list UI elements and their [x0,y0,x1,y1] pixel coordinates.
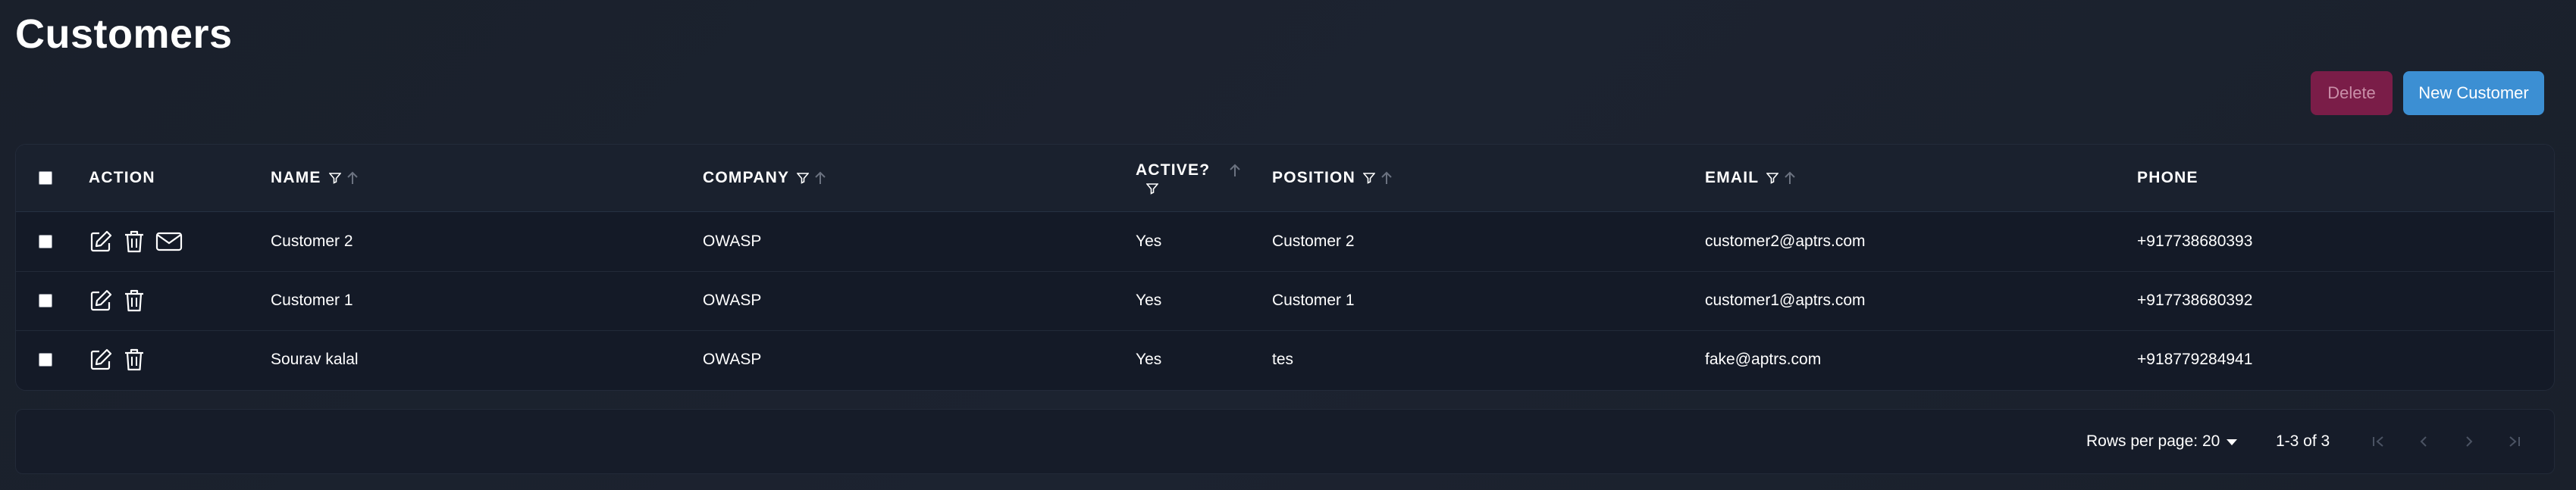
edit-icon[interactable] [89,289,113,313]
select-all-cell [39,145,52,211]
filter-icon[interactable] [1362,172,1375,184]
trash-icon[interactable] [124,229,145,254]
row-select-cell [39,212,52,271]
sort-arrow-up-icon[interactable] [1783,170,1797,186]
caret-down-icon [2226,432,2238,451]
row-checkbox[interactable] [39,235,52,248]
cell-active: Yes [1136,351,1162,368]
column-header-position[interactable]: POSITION [1272,145,1393,211]
cell-phone: +918779284941 [2137,351,2253,368]
select-all-checkbox[interactable] [39,171,52,185]
pagination-range: 1-3 of 3 [2276,432,2330,450]
cell-position: tes [1272,351,1294,368]
cell-email: customer1@aptrs.com [1705,292,1866,309]
trash-icon[interactable] [124,348,145,372]
filter-icon[interactable] [797,172,810,184]
prev-page-icon[interactable] [2415,410,2433,473]
last-page-icon[interactable] [2505,410,2524,473]
row-select-cell [39,330,52,389]
cell-position: Customer 1 [1272,292,1355,309]
cell-email: customer2@aptrs.com [1705,233,1866,250]
column-header-phone: PHONE [2137,145,2198,211]
customers-table: ACTION NAME COMPANY ACTIVE? POSITION EMA… [15,144,2555,391]
row-actions [89,330,145,389]
cell-company: OWASP [703,292,762,309]
mail-icon[interactable] [155,231,183,252]
rows-per-page-select[interactable]: 20 [2202,410,2238,473]
row-actions [89,212,183,271]
trash-icon[interactable] [124,289,145,313]
cell-phone: +917738680393 [2137,233,2253,250]
sort-arrow-up-icon[interactable] [813,170,827,186]
cell-active: Yes [1136,233,1162,250]
cell-name: Sourav kalal [271,351,359,368]
rows-per-page-value: 20 [2202,432,2220,450]
cell-name: Customer 1 [271,292,353,309]
edit-icon[interactable] [89,229,113,254]
table-header: ACTION NAME COMPANY ACTIVE? POSITION EMA… [16,145,2554,212]
cell-position: Customer 2 [1272,233,1355,250]
cell-name: Customer 2 [271,233,353,250]
filter-icon[interactable] [1146,183,1158,195]
column-header-email[interactable]: EMAIL [1705,145,1797,211]
cell-email: fake@aptrs.com [1705,351,1822,368]
new-customer-button[interactable]: New Customer [2403,71,2544,115]
row-actions [89,271,145,330]
sort-arrow-up-icon[interactable] [1380,170,1393,186]
next-page-icon[interactable] [2460,410,2478,473]
sort-arrow-up-icon[interactable] [1228,163,1242,178]
cell-phone: +917738680392 [2137,292,2253,309]
filter-icon[interactable] [328,172,341,184]
sort-arrow-up-icon[interactable] [346,170,359,186]
cell-company: OWASP [703,351,762,368]
table-row: Customer 1 OWASP Yes Customer 1 customer… [16,271,2554,331]
column-header-active[interactable]: ACTIVE? [1136,145,1242,211]
column-header-action: ACTION [89,145,155,211]
filter-icon[interactable] [1766,172,1779,184]
column-header-phone-label: PHONE [2137,169,2198,186]
first-page-icon[interactable] [2369,410,2387,473]
column-header-email-label: EMAIL [1705,169,1760,186]
delete-button[interactable]: Delete [2311,71,2393,115]
table-row: Customer 2 OWASP Yes Customer 2 customer… [16,212,2554,272]
table-row: Sourav kalal OWASP Yes tes fake@aptrs.co… [16,330,2554,389]
column-header-action-label: ACTION [89,169,155,186]
edit-icon[interactable] [89,348,113,372]
cell-company: OWASP [703,233,762,250]
row-select-cell [39,271,52,330]
page-title: Customers [15,11,233,57]
pagination-bar: Rows per page: 20 1-3 of 3 [15,409,2555,474]
column-header-position-label: POSITION [1272,169,1355,186]
column-header-company-label: COMPANY [703,169,790,186]
cell-active: Yes [1136,292,1162,309]
column-header-company[interactable]: COMPANY [703,145,827,211]
column-header-active-label: ACTIVE? [1136,161,1211,179]
column-header-name-label: NAME [271,169,321,186]
row-checkbox[interactable] [39,353,52,367]
rows-per-page-label: Rows per page: [2086,432,2198,450]
column-header-name[interactable]: NAME [271,145,359,211]
row-checkbox[interactable] [39,294,52,307]
